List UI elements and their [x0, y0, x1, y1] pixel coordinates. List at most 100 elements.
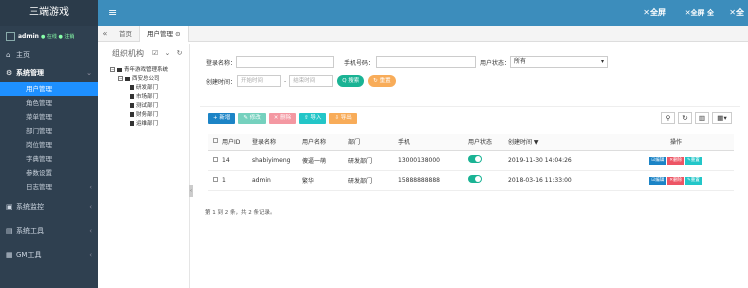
col-header[interactable]: 手机: [398, 134, 468, 151]
select-all-checkbox[interactable]: [208, 134, 222, 151]
range-separator: -: [284, 77, 287, 85]
row-delete-button[interactable]: ✕删除: [667, 156, 685, 165]
cell-actions: ☑编辑 ✕删除 ✎重置: [618, 170, 734, 191]
tree-node-dept[interactable]: 运维部门: [110, 120, 189, 129]
row-reset-button[interactable]: ✎重置: [685, 156, 702, 165]
row-checkbox[interactable]: [208, 170, 222, 191]
monitor-icon: ▣: [6, 203, 13, 211]
phone-label: 手机号码：: [344, 59, 375, 67]
columns-icon[interactable]: ▥: [695, 112, 709, 124]
collapse-icon[interactable]: −: [118, 76, 123, 81]
collapse-icon[interactable]: −: [110, 67, 115, 72]
tree-node-dept[interactable]: 测试部门: [110, 102, 189, 111]
tab-scroll-left-icon[interactable]: «: [98, 29, 112, 38]
cell-user-name: 傻逼一萌: [302, 150, 348, 171]
row-delete-button[interactable]: ✕删除: [667, 176, 685, 185]
sidebar-item-label: 主页: [16, 51, 30, 59]
start-time-input[interactable]: 开始时间: [237, 75, 282, 87]
table-row[interactable]: 14 shabiyimeng 傻逼一萌 研发部门 13000138000 201…: [208, 150, 734, 171]
row-reset-button[interactable]: ✎重置: [685, 176, 702, 185]
folder-icon: [117, 67, 122, 72]
tree-node-dept[interactable]: 研发部门: [110, 84, 189, 93]
pagination-info: 第 1 到 2 条，共 2 条记录。: [205, 210, 276, 216]
cell-dept: 研发部门: [348, 170, 398, 191]
sidebar-item-label: 系统工具: [16, 227, 44, 235]
sidebar-item-label: 系统管理: [16, 69, 44, 77]
export-button[interactable]: ⇩ 导出: [329, 113, 357, 124]
menu-toggle-icon[interactable]: ≡: [108, 6, 117, 19]
brand-title: 三端游戏: [0, 0, 98, 26]
edit-button[interactable]: ✎ 修改: [238, 113, 266, 124]
sidebar-item-monitor[interactable]: ▣ 系统监控 ‹: [0, 198, 98, 216]
sidebar: 三端游戏 admin ● 在线 ● 注销 ⌂ 主页 ⚙ 系统管理 ⌄ 用户管理 …: [0, 0, 98, 288]
chevron-left-icon: ‹: [89, 203, 92, 211]
status-select[interactable]: 所有: [510, 56, 609, 68]
reset-button[interactable]: ↻ 重置: [368, 75, 396, 87]
sidebar-subitem-log[interactable]: 日志管理: [0, 180, 98, 194]
col-header[interactable]: 用户状态: [468, 134, 508, 151]
tool-icon: ▤: [6, 227, 13, 235]
sidebar-item-label: 系统监控: [16, 203, 44, 211]
status-toggle[interactable]: [468, 155, 482, 163]
col-header[interactable]: 用户名称: [302, 134, 348, 151]
sidebar-subitem-user[interactable]: 用户管理: [0, 82, 98, 96]
gear-icon: ⚙: [6, 69, 13, 77]
status-toggle[interactable]: [468, 175, 482, 183]
table-row[interactable]: 1 admin 繁华 研发部门 15888888888 2018-03-16 1…: [208, 170, 734, 191]
sidebar-item-home[interactable]: ⌂ 主页: [0, 46, 98, 64]
sidebar-item-tools[interactable]: ▤ 系统工具 ‹: [0, 222, 98, 240]
col-header[interactable]: 登录名称: [252, 134, 302, 151]
login-name-label: 登录名称：: [206, 59, 237, 67]
sidebar-subitem-dept[interactable]: 部门管理: [0, 124, 98, 138]
cell-create-time: 2019-11-30 14:04:26: [508, 150, 618, 171]
user-name: admin: [18, 32, 39, 40]
tab-home[interactable]: 首页: [112, 26, 139, 42]
login-name-input[interactable]: [236, 56, 335, 68]
file-icon: [130, 112, 134, 117]
grid-dropdown-icon[interactable]: ▦▾: [712, 112, 732, 124]
sidebar-subitem-post[interactable]: 岗位管理: [0, 138, 98, 152]
tree-node-company[interactable]: − 西安总公司: [110, 75, 189, 84]
cell-status: [468, 170, 508, 191]
user-status[interactable]: ● 在线 ● 注销: [41, 33, 75, 40]
org-tree-tools[interactable]: ☑ ⌄ ↻: [152, 49, 184, 57]
phone-input[interactable]: [376, 56, 477, 68]
file-icon: [130, 94, 134, 99]
fullscreen-button-2[interactable]: ✕全屏 全: [685, 8, 714, 18]
panel-collapse-handle[interactable]: ‹: [189, 185, 193, 197]
end-time-input[interactable]: 结束时间: [289, 75, 334, 87]
col-header: 操作: [618, 134, 734, 151]
fullscreen-button[interactable]: ✕全屏: [643, 7, 666, 18]
tab-user-management[interactable]: 用户管理 ⊙: [139, 25, 189, 42]
sidebar-subitem-menu[interactable]: 菜单管理: [0, 110, 98, 124]
row-edit-button[interactable]: ☑编辑: [649, 176, 667, 185]
fullscreen-button-3[interactable]: ✕全: [729, 7, 744, 18]
import-button[interactable]: ⇧ 导入: [299, 113, 327, 124]
cell-user-name: 繁华: [302, 170, 348, 191]
avatar: [6, 31, 15, 41]
delete-button[interactable]: ✕ 删除: [268, 113, 297, 124]
sidebar-item-label: GM工具: [16, 251, 42, 259]
row-checkbox[interactable]: [208, 150, 222, 171]
col-header[interactable]: 创建时间 ▼: [508, 134, 618, 151]
chevron-down-icon: ⌄: [86, 69, 92, 77]
tree-node-dept[interactable]: 财务部门: [110, 111, 189, 120]
sidebar-item-gm[interactable]: ▦ GM工具 ‹: [0, 246, 98, 264]
search-icon[interactable]: ⚲: [661, 112, 675, 124]
tree-node-root[interactable]: − 青年游戏管理系统: [110, 66, 189, 75]
sidebar-subitem-config[interactable]: 参数设置: [0, 166, 98, 180]
search-button[interactable]: Q 搜索: [337, 75, 365, 87]
refresh-icon[interactable]: ↻: [678, 112, 692, 124]
sidebar-subitem-dict[interactable]: 字典管理: [0, 152, 98, 166]
col-header[interactable]: 部门: [348, 134, 398, 151]
cell-user-id: 14: [222, 150, 252, 171]
sidebar-item-system[interactable]: ⚙ 系统管理 ⌄: [0, 64, 98, 82]
row-edit-button[interactable]: ☑编辑: [649, 156, 667, 165]
time-row: 创建时间： 开始时间 - 结束时间 Q 搜索 ↻ 重置: [206, 75, 396, 87]
tab-close-icon[interactable]: ⊙: [175, 30, 180, 38]
add-button[interactable]: + 新增: [208, 113, 236, 124]
col-header[interactable]: 用户ID: [222, 134, 252, 151]
chevron-left-icon: ‹: [89, 251, 92, 259]
tree-node-dept[interactable]: 市场部门: [110, 93, 189, 102]
sidebar-subitem-role[interactable]: 角色管理: [0, 96, 98, 110]
